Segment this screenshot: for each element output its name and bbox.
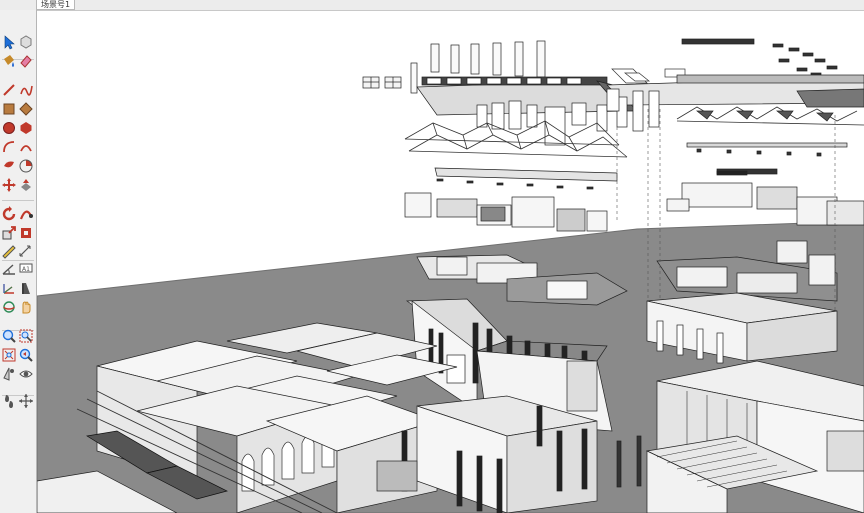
paint-bucket-icon[interactable] <box>1 53 17 69</box>
zoom-window-icon[interactable] <box>18 328 34 344</box>
previous-view-icon[interactable] <box>18 347 34 363</box>
text-tool-icon[interactable]: A1 <box>18 261 34 277</box>
two-point-arc-icon[interactable] <box>18 139 34 155</box>
protractor-icon[interactable] <box>1 261 17 277</box>
large-tool-set: A1 <box>0 10 37 513</box>
rectangle-tool-icon[interactable] <box>1 101 17 117</box>
rotate-tool-icon[interactable] <box>1 206 17 222</box>
exploded-roof-layer <box>362 40 638 158</box>
line-tool-icon[interactable] <box>1 82 17 98</box>
circle-tool-icon[interactable] <box>1 120 17 136</box>
select-tool-icon[interactable] <box>1 34 17 50</box>
tape-measure-icon[interactable] <box>1 244 17 260</box>
scale-tool-icon[interactable] <box>1 225 17 241</box>
dimension-tool-icon[interactable] <box>18 244 34 260</box>
orbit-tool-icon[interactable] <box>1 299 17 315</box>
3d-text-icon[interactable] <box>18 280 34 296</box>
eraser-icon[interactable] <box>18 53 34 69</box>
exploded-wall-layer <box>404 192 608 232</box>
look-around-icon[interactable] <box>18 366 34 382</box>
move-tool-icon[interactable] <box>1 177 17 193</box>
freehand-tool-icon[interactable] <box>18 82 34 98</box>
pan-tool-icon[interactable] <box>18 299 34 315</box>
arc-tool-icon[interactable] <box>1 139 17 155</box>
pie-tool-icon[interactable] <box>18 158 34 174</box>
exploded-building-model <box>37 38 864 513</box>
component-tool-icon[interactable] <box>18 34 34 50</box>
zoom-tool-icon[interactable] <box>1 328 17 344</box>
3d-model-viewport[interactable] <box>37 11 864 513</box>
push-pull-icon[interactable] <box>18 177 34 193</box>
position-camera-icon[interactable] <box>1 366 17 382</box>
axes-tool-icon[interactable] <box>1 280 17 296</box>
follow-me-icon[interactable] <box>18 206 34 222</box>
scene-tab[interactable]: 场景号1 <box>36 0 76 10</box>
three-point-arc-icon[interactable] <box>1 158 17 174</box>
toolbar-separator <box>2 200 34 201</box>
zoom-extents-icon[interactable] <box>1 347 17 363</box>
section-plane-icon[interactable] <box>18 393 34 409</box>
polygon-tool-icon[interactable] <box>18 120 34 136</box>
rotated-rectangle-icon[interactable] <box>18 101 34 117</box>
exploded-beam-layer <box>434 167 618 190</box>
exploded-roof-layer-right <box>606 38 864 175</box>
walk-tool-icon[interactable] <box>1 393 17 409</box>
exploded-wall-layer-right <box>666 170 864 226</box>
scene-tab-bar: 场景号1 <box>0 0 864 11</box>
svg-text:A1: A1 <box>22 266 30 273</box>
offset-tool-icon[interactable] <box>18 225 34 241</box>
